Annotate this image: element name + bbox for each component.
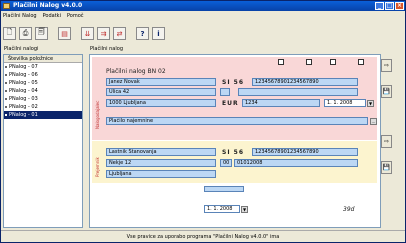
export-icon: ⇉ — [100, 29, 107, 38]
menu-podatki[interactable]: Podatki — [43, 12, 61, 20]
printer-icon: ⎙ — [22, 29, 29, 37]
list-item[interactable]: PNalog - 07 — [4, 63, 82, 71]
minimize-button[interactable]: _ — [375, 2, 384, 10]
list-item[interactable]: PNalog - 03 — [4, 95, 82, 103]
bottom-date-arrow[interactable]: ▼ — [241, 206, 248, 213]
form-icon: ▤ — [61, 29, 68, 38]
date-dropdown[interactable]: 1. 1. 2008 — [324, 99, 366, 107]
date-dropdown-arrow[interactable]: ▼ — [367, 100, 374, 107]
purpose-browse-button[interactable]: … — [370, 118, 377, 125]
transfer-button[interactable]: ⇄ — [113, 27, 126, 40]
left-panel-title: Plačilni nalogi — [4, 46, 39, 52]
checkbox-4[interactable] — [358, 59, 364, 65]
help-icon: ? — [140, 29, 145, 38]
list-item[interactable]: PNalog - 06 — [4, 71, 82, 79]
save-button-2[interactable]: 💾 — [381, 161, 392, 174]
preview-button[interactable]: 🗐 — [35, 27, 48, 40]
left-panel: Plačilni nalogi Številka položnice PNalo… — [3, 45, 83, 228]
menu-placilni-nalog[interactable]: Plačilni Nalog — [3, 12, 37, 20]
recipient-city-field[interactable]: Ljubljana — [106, 170, 216, 178]
order-list[interactable]: Številka položnice PNalog - 07 PNalog - … — [3, 54, 83, 228]
form-heading: Plačilni nalog BN 02 — [106, 68, 166, 75]
application-window: Plačilni Nalog v4.0.0 _ □ × Plačilni Nal… — [0, 0, 406, 243]
window-title: Plačilni Nalog v4.0.0 — [13, 2, 83, 9]
blank-field-1[interactable] — [220, 88, 230, 96]
bottom-code: 39d — [343, 206, 355, 213]
recipient-section: Prejemnik Lastnik Stanovanja SI 56 12345… — [92, 141, 377, 183]
print-button[interactable]: ⎙ — [19, 27, 32, 40]
payer-section: Nalogodajalec Plačilni nalog BN 02 Janez… — [92, 57, 377, 140]
payment-form: Nalogodajalec Plačilni nalog BN 02 Janez… — [89, 54, 381, 228]
recipient-account-field[interactable]: 12345678901234567890 — [252, 148, 358, 156]
list-item-selected[interactable]: PNalog - 01 — [4, 111, 82, 119]
amount-field[interactable]: 1234 — [242, 99, 320, 107]
bottom-field-1[interactable] — [204, 186, 244, 192]
recipient-section-label: Prejemnik — [95, 157, 100, 177]
payer-code: SI 56 — [222, 79, 244, 86]
menu-pomoc[interactable]: Pomoč — [67, 12, 84, 20]
help-button[interactable]: ? — [136, 27, 149, 40]
import-icon: ⇊ — [84, 29, 91, 38]
reference-model-field[interactable]: 00 — [220, 159, 232, 167]
payer-section-label: Nalogodajalec — [95, 100, 100, 129]
payer-account-field[interactable]: 12345678901234567890 — [252, 78, 358, 86]
main-panel-title: Plačilni nalog — [90, 46, 123, 52]
currency-label: EUR — [222, 100, 239, 107]
close-button[interactable]: × — [395, 2, 404, 10]
info-icon: i — [157, 29, 160, 38]
form-button[interactable]: ▤ — [58, 27, 71, 40]
floppy-disk-icon: 💾 — [382, 88, 391, 95]
app-icon — [3, 3, 10, 9]
title-bar: Plačilni Nalog v4.0.0 _ □ × — [1, 1, 405, 11]
new-document-button[interactable]: 🗋 — [3, 27, 16, 40]
checkbox-2[interactable] — [306, 59, 312, 65]
arrow-right-icon: ⇨ — [383, 138, 390, 145]
list-item[interactable]: PNalog - 05 — [4, 79, 82, 87]
bottom-section: 1. 1. 2008 ▼ 39d — [92, 184, 377, 227]
payer-name-field[interactable]: Janez Novak — [106, 78, 216, 86]
floppy-disk-icon: 💾 — [382, 164, 391, 171]
preview-icon: 🗐 — [38, 28, 45, 36]
forward-button-2[interactable]: ⇨ — [381, 135, 392, 148]
import-button[interactable]: ⇊ — [81, 27, 94, 40]
forward-button[interactable]: ⇨ — [381, 59, 392, 72]
recipient-street-field[interactable]: Nekje 12 — [106, 159, 216, 167]
list-item[interactable]: PNalog - 02 — [4, 103, 82, 111]
transfer-icon: ⇄ — [116, 29, 123, 38]
save-button[interactable]: 💾 — [381, 85, 392, 98]
reference-field[interactable]: 01012008 — [234, 159, 358, 167]
info-button[interactable]: i — [152, 27, 165, 40]
purpose-field[interactable]: Plačilo najemnine — [106, 117, 368, 125]
status-bar: Vse pravice za uporabo programa "Plačiln… — [1, 230, 405, 242]
payer-street-field[interactable]: Ulica 42 — [106, 88, 216, 96]
maximize-button[interactable]: □ — [385, 2, 394, 10]
payer-city-field[interactable]: 1000 Ljubljana — [106, 99, 216, 107]
arrow-right-icon: ⇨ — [383, 62, 390, 69]
recipient-name-field[interactable]: Lastnik Stanovanja — [106, 148, 216, 156]
bottom-date-dropdown[interactable]: 1. 1. 2008 — [204, 205, 240, 213]
blank-field-2[interactable] — [238, 88, 358, 96]
toolbar: 🗋 ⎙ 🗐 ▤ ⇊ ⇉ ⇄ ? i — [3, 27, 165, 41]
checkbox-1[interactable] — [278, 59, 284, 65]
main-panel: Plačilni nalog Nalogodajalec Plačilni na… — [89, 45, 405, 228]
menu-bar: Plačilni Nalog Podatki Pomoč — [3, 12, 84, 20]
checkbox-3[interactable] — [330, 59, 336, 65]
recipient-code: SI 56 — [222, 149, 244, 156]
list-header[interactable]: Številka položnice — [4, 55, 82, 63]
list-item[interactable]: PNalog - 04 — [4, 87, 82, 95]
new-document-icon: 🗋 — [6, 28, 13, 36]
export-button[interactable]: ⇉ — [97, 27, 110, 40]
